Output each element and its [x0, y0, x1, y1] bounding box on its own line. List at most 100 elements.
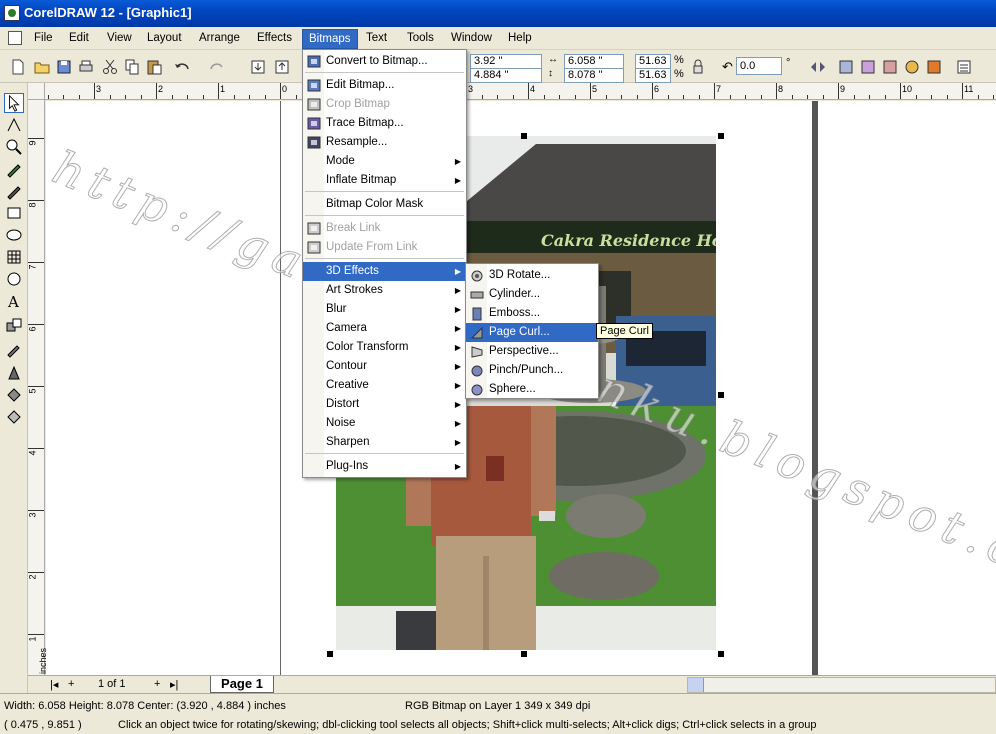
scroll-left-icon[interactable] — [688, 678, 704, 692]
import-icon[interactable] — [248, 57, 268, 77]
3d-effects-item-emboss[interactable]: Emboss... — [466, 304, 598, 323]
3d-effects-item-page-curl[interactable]: Page Curl... — [466, 323, 598, 342]
menu-tools[interactable]: Tools — [401, 31, 440, 48]
bitmaps-menu-item-creative[interactable]: Creative ▶ — [303, 376, 466, 395]
edit-bitmap-tb-icon[interactable] — [836, 57, 856, 77]
properties-tb-icon[interactable] — [954, 57, 974, 77]
selection-handle-bottom-left[interactable] — [327, 651, 333, 657]
ruler-origin[interactable] — [28, 83, 45, 100]
bitmaps-menu-item-contour[interactable]: Contour ▶ — [303, 357, 466, 376]
bitmaps-menu-item-resample[interactable]: Resample... — [303, 133, 466, 152]
outline-tool-icon[interactable] — [4, 363, 24, 383]
wrap-tb-icon[interactable] — [924, 57, 944, 77]
text-tool-icon[interactable]: A — [4, 291, 24, 311]
lock-ratio-icon[interactable] — [688, 57, 708, 77]
document-icon[interactable] — [8, 31, 22, 45]
eyedropper-tool-icon[interactable] — [4, 339, 24, 359]
menu-edit[interactable]: Edit — [63, 31, 95, 48]
scale-height-field[interactable]: 51.63 — [635, 68, 671, 83]
width-field[interactable]: 6.058 " — [564, 54, 624, 69]
coreldraw-app-icon[interactable] — [4, 5, 20, 21]
menu-bitmaps[interactable]: Bitmaps — [302, 29, 358, 49]
basic-shapes-tool-icon[interactable] — [4, 269, 24, 289]
bitmaps-menu-item-edit-bitmap[interactable]: Edit Bitmap... — [303, 76, 466, 95]
bitmaps-menu-item-noise[interactable]: Noise ▶ — [303, 414, 466, 433]
ruler-h-minor-tick — [513, 95, 514, 99]
smart-fill-tool-icon[interactable] — [4, 181, 24, 201]
bitmaps-menu-item-bitmap-color-mask[interactable]: Bitmap Color Mask — [303, 195, 466, 214]
first-page-icon[interactable]: |◂ — [50, 678, 58, 691]
fill-tool-icon[interactable] — [4, 385, 24, 405]
ruler-h-minor-tick — [497, 95, 498, 99]
paste-icon[interactable] — [144, 57, 164, 77]
selection-handle-bottom[interactable] — [521, 651, 527, 657]
menu-view[interactable]: View — [101, 31, 138, 48]
freehand-tool-icon[interactable] — [4, 159, 24, 179]
menu-help[interactable]: Help — [502, 31, 538, 48]
save-icon[interactable] — [54, 57, 74, 77]
bitmaps-menu-item-convert-to-bitmap[interactable]: Convert to Bitmap... — [303, 52, 466, 71]
zoom-tool-icon[interactable] — [4, 137, 24, 157]
export-icon[interactable] — [272, 57, 292, 77]
new-icon[interactable] — [8, 57, 28, 77]
copy-icon[interactable] — [122, 57, 142, 77]
trace-bitmap-tb-icon[interactable] — [858, 57, 878, 77]
pick-tool-icon[interactable] — [4, 93, 24, 113]
ellipse-tool-icon[interactable] — [4, 225, 24, 245]
menu-arrange[interactable]: Arrange — [193, 31, 246, 48]
3d-effects-item-sphere[interactable]: Sphere... — [466, 380, 598, 399]
bitmaps-menu-item-sharpen[interactable]: Sharpen ▶ — [303, 433, 466, 452]
graph-paper-tool-icon[interactable] — [4, 247, 24, 267]
selection-handle-top-right[interactable] — [718, 133, 724, 139]
horizontal-ruler[interactable]: 32101234567891011 — [28, 83, 996, 100]
menu-text[interactable]: Text — [360, 31, 393, 48]
print-icon[interactable] — [76, 57, 96, 77]
color-mask-tb-icon[interactable] — [902, 57, 922, 77]
vertical-ruler[interactable]: 9 8 7 6 5 4 3 2 1 — [28, 100, 45, 675]
menu-window[interactable]: Window — [445, 31, 498, 48]
add-page-after-icon[interactable]: + — [154, 678, 160, 690]
selection-handle-top[interactable] — [521, 133, 527, 139]
height-field[interactable]: 8.078 " — [564, 68, 624, 83]
ruler-h-minor-tick — [590, 95, 591, 99]
last-page-icon[interactable]: ▸| — [170, 678, 178, 691]
page-1-tab[interactable]: Page 1 — [210, 676, 274, 693]
shape-tool-icon[interactable] — [4, 115, 24, 135]
3d-effects-item-cylinder[interactable]: Cylinder... — [466, 285, 598, 304]
scale-width-field[interactable]: 51.63 — [635, 54, 671, 69]
bitmaps-menu-item-distort[interactable]: Distort ▶ — [303, 395, 466, 414]
3d-effects-item-pinch-punch[interactable]: Pinch/Punch... — [466, 361, 598, 380]
undo-icon[interactable] — [172, 57, 192, 77]
bitmaps-menu-item-blur[interactable]: Blur ▶ — [303, 300, 466, 319]
bitmaps-menu-item-camera[interactable]: Camera ▶ — [303, 319, 466, 338]
ruler-h-minor-tick — [79, 95, 80, 99]
interactive-blend-tool-icon[interactable] — [4, 315, 24, 335]
cut-icon[interactable] — [100, 57, 120, 77]
3d-effects-item-perspective[interactable]: Perspective... — [466, 342, 598, 361]
bitmaps-menu-item-color-transform[interactable]: Color Transform ▶ — [303, 338, 466, 357]
menu-layout[interactable]: Layout — [141, 31, 188, 48]
mirror-icon[interactable] — [808, 57, 828, 77]
scale-width-unit: % — [674, 54, 684, 66]
open-icon[interactable] — [32, 57, 52, 77]
rectangle-tool-icon[interactable] — [4, 203, 24, 223]
bitmaps-menu-item-3d-effects[interactable]: 3D Effects ▶ — [303, 262, 466, 281]
position-x-field[interactable]: 3.92 " — [470, 54, 542, 69]
bitmaps-menu-item-mode[interactable]: Mode ▶ — [303, 152, 466, 171]
3d-effects-item-3d-rotate[interactable]: 3D Rotate... — [466, 266, 598, 285]
menu-file[interactable]: File — [28, 31, 59, 48]
add-page-before-icon[interactable]: + — [68, 678, 74, 690]
selection-handle-bottom-right[interactable] — [718, 651, 724, 657]
interactive-fill-tool-icon[interactable] — [4, 407, 24, 427]
bitmaps-menu-item-plug-ins[interactable]: Plug-Ins ▶ — [303, 457, 466, 476]
selection-handle-right[interactable] — [718, 392, 724, 398]
bitmaps-menu-item-trace-bitmap[interactable]: Trace Bitmap... — [303, 114, 466, 133]
menu-effects[interactable]: Effects — [251, 31, 298, 48]
redo-icon[interactable] — [207, 57, 227, 77]
bitmaps-menu-item-inflate-bitmap[interactable]: Inflate Bitmap ▶ — [303, 171, 466, 190]
rotation-field[interactable]: 0.0 — [736, 57, 782, 75]
resample-tb-icon[interactable] — [880, 57, 900, 77]
position-y-field[interactable]: 4.884 " — [470, 68, 542, 83]
horizontal-scrollbar[interactable] — [687, 677, 996, 693]
bitmaps-menu-item-art-strokes[interactable]: Art Strokes ▶ — [303, 281, 466, 300]
